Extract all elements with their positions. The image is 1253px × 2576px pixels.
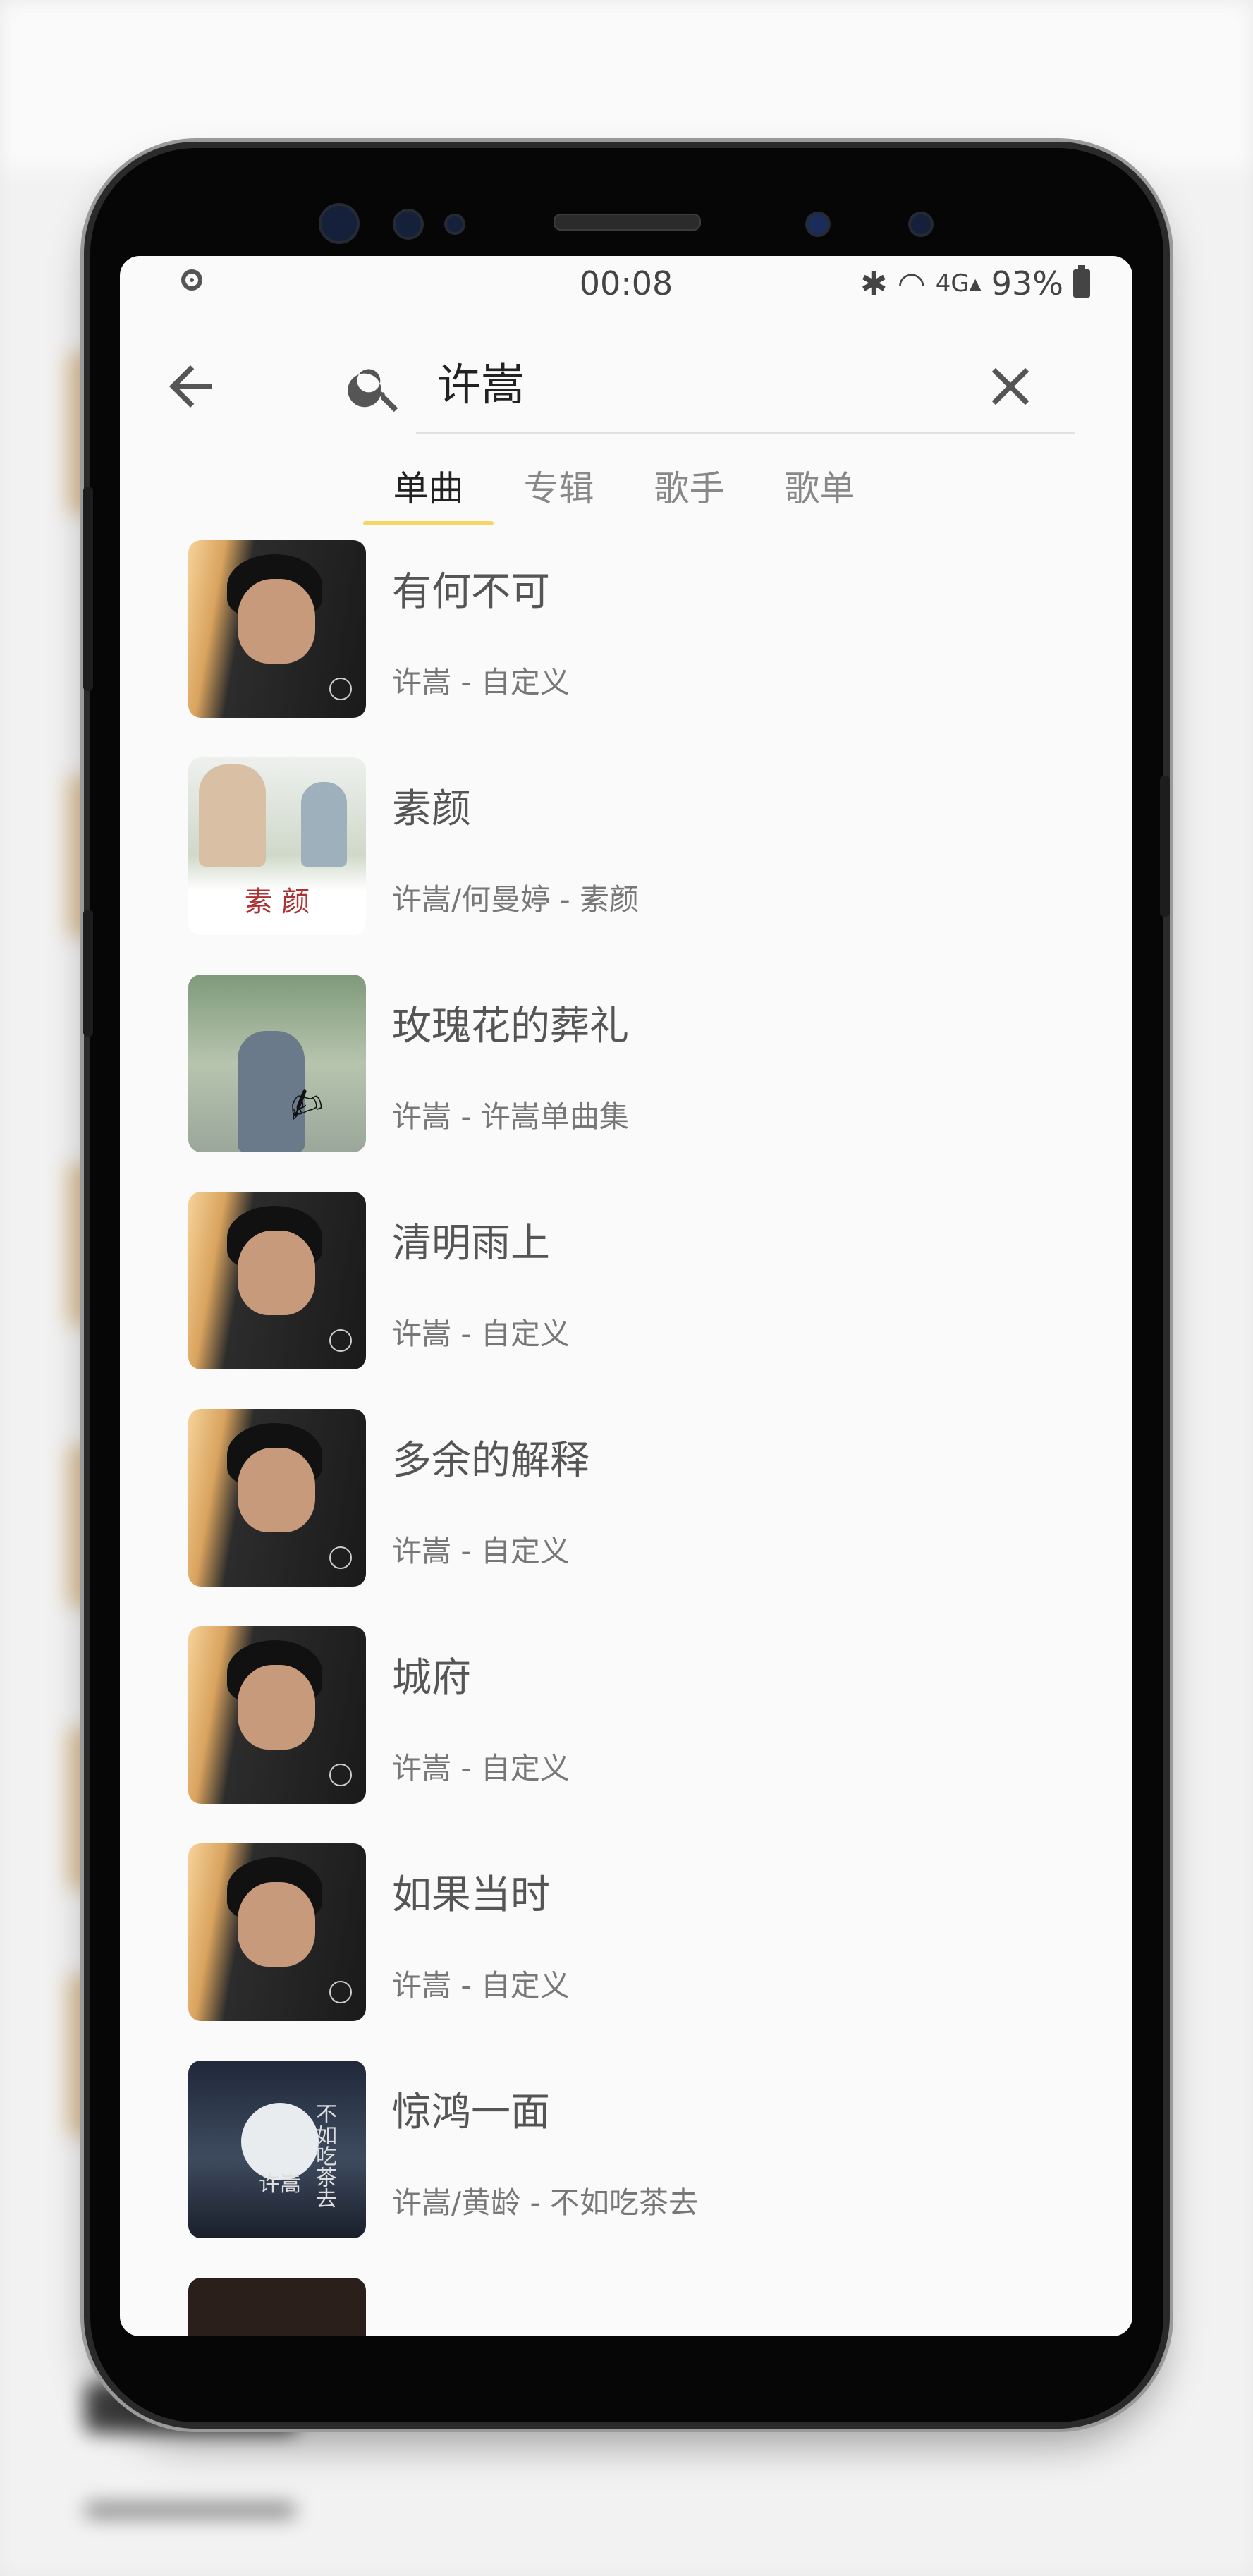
list-item[interactable]: 素 颜 素颜 许嵩/何曼婷 - 素颜 [120, 757, 1132, 975]
side-button [83, 910, 93, 1037]
front-camera [319, 203, 360, 244]
status-bar: 00:08 ✱ ◠ 4G▴ 93% [120, 256, 1132, 312]
bluetooth-icon: ✱ [860, 264, 888, 303]
cover-text: 素 颜 [244, 886, 310, 918]
search-icon [344, 356, 406, 418]
album-cover: 素 颜 [188, 757, 366, 935]
song-subtitle: 许嵩/黄龄 - 不如吃茶去 [392, 2185, 699, 2220]
proximity-sensor [908, 212, 934, 237]
album-cover: ✍ [188, 975, 366, 1152]
song-subtitle: 许嵩 - 自定义 [392, 665, 570, 700]
album-cover [188, 2278, 366, 2336]
app-screen: 00:08 ✱ ◠ 4G▴ 93% 许嵩 单曲 专辑 歌手 歌单 有何不可 许嵩… [120, 256, 1132, 2336]
close-icon [991, 367, 1029, 405]
list-item[interactable]: ✍ 玫瑰花的葬礼 许嵩 - 许嵩单曲集 [120, 975, 1132, 1192]
song-subtitle: 许嵩 - 自定义 [392, 1968, 570, 2003]
list-item[interactable]: 如果当时 许嵩 - 自定义 [120, 1843, 1132, 2061]
song-subtitle: 许嵩 - 自定义 [392, 1317, 570, 1351]
clear-search-button[interactable] [979, 355, 1042, 418]
song-title: 素颜 [392, 786, 471, 832]
search-underline [416, 432, 1075, 434]
front-sensor [444, 214, 465, 235]
side-button [1160, 776, 1170, 917]
side-button [83, 487, 93, 691]
song-title: 清明雨上 [392, 1221, 550, 1266]
search-bar: 许嵩 [120, 334, 1132, 439]
list-item[interactable]: 许嵩 不如吃茶去 惊鸿一面 许嵩/黄龄 - 不如吃茶去 [120, 2061, 1132, 2278]
tab-albums[interactable]: 专辑 [494, 453, 624, 524]
list-item[interactable]: 清明雨上 许嵩 - 自定义 [120, 1192, 1132, 1409]
list-item[interactable]: 多余的解释 许嵩 - 自定义 [120, 1409, 1132, 1626]
battery-icon [1073, 265, 1090, 298]
album-cover [188, 1843, 366, 2021]
song-title: 如果当时 [392, 1872, 550, 1918]
tab-artists[interactable]: 歌手 [624, 453, 754, 524]
list-item[interactable]: 城府 许嵩 - 自定义 [120, 1626, 1132, 1843]
wifi-icon: ◠ [897, 264, 926, 303]
tab-singles[interactable]: 单曲 [363, 453, 494, 525]
list-item-partial[interactable] [120, 2278, 1132, 2336]
song-title: 城府 [392, 1655, 471, 1701]
song-subtitle: 许嵩 - 许嵩单曲集 [392, 1099, 629, 1134]
album-cover [188, 1409, 366, 1587]
iris-sensor [805, 212, 831, 237]
back-arrow-icon [169, 365, 212, 408]
album-cover [188, 1626, 366, 1804]
front-sensor [393, 209, 424, 240]
search-icon [348, 369, 398, 413]
album-cover [188, 1192, 366, 1369]
cover-text: 不如吃茶去 [312, 2103, 336, 2209]
back-arrow-icon[interactable] [159, 355, 222, 418]
earpiece-speaker [554, 214, 701, 231]
song-title: 有何不可 [392, 569, 550, 615]
4g-signal-icon: 4G▴ [935, 269, 982, 298]
song-subtitle: 许嵩/何曼婷 - 素颜 [392, 882, 640, 917]
list-item[interactable]: 有何不可 许嵩 - 自定义 [120, 540, 1132, 757]
tab-playlists[interactable]: 歌单 [754, 453, 885, 524]
cover-text: 许嵩 [259, 2172, 301, 2197]
song-title: 惊鸿一面 [392, 2089, 550, 2135]
song-title: 多余的解释 [392, 1438, 589, 1484]
status-icons: ✱ ◠ 4G▴ 93% [860, 264, 1090, 303]
search-input[interactable]: 许嵩 [437, 353, 525, 417]
album-cover [188, 540, 366, 718]
song-subtitle: 许嵩 - 自定义 [392, 1751, 570, 1786]
album-cover: 许嵩 不如吃茶去 [188, 2061, 366, 2238]
result-tabs: 单曲 专辑 歌手 歌单 [363, 453, 885, 525]
song-title: 玫瑰花的葬礼 [392, 1003, 629, 1049]
battery-percent: 93% [991, 264, 1063, 303]
song-subtitle: 许嵩 - 自定义 [392, 1534, 570, 1568]
